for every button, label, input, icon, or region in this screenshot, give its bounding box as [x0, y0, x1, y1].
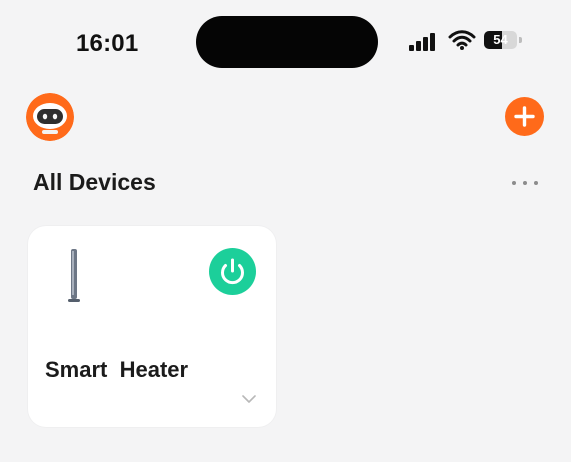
battery-level: 54 [493, 32, 508, 47]
section-title: All Devices [33, 169, 156, 195]
battery-icon: 54 [484, 31, 522, 49]
wifi-icon [448, 30, 476, 50]
signal-strength-icon [409, 31, 439, 51]
power-button[interactable] [209, 248, 256, 295]
robot-avatar-icon[interactable] [26, 93, 74, 141]
dynamic-island [196, 16, 378, 68]
plus-icon [514, 106, 535, 127]
power-icon [221, 258, 244, 285]
add-device-button[interactable] [505, 97, 544, 136]
device-card[interactable]: Smart Heater [28, 226, 276, 427]
heater-icon [68, 249, 80, 302]
app-screen: 16:01 54 All Devices Smart Heater [0, 0, 571, 462]
status-time: 16:01 [76, 30, 139, 57]
more-options-icon[interactable] [509, 173, 541, 193]
device-name: Smart Heater [45, 357, 189, 382]
chevron-down-icon[interactable] [242, 394, 256, 404]
